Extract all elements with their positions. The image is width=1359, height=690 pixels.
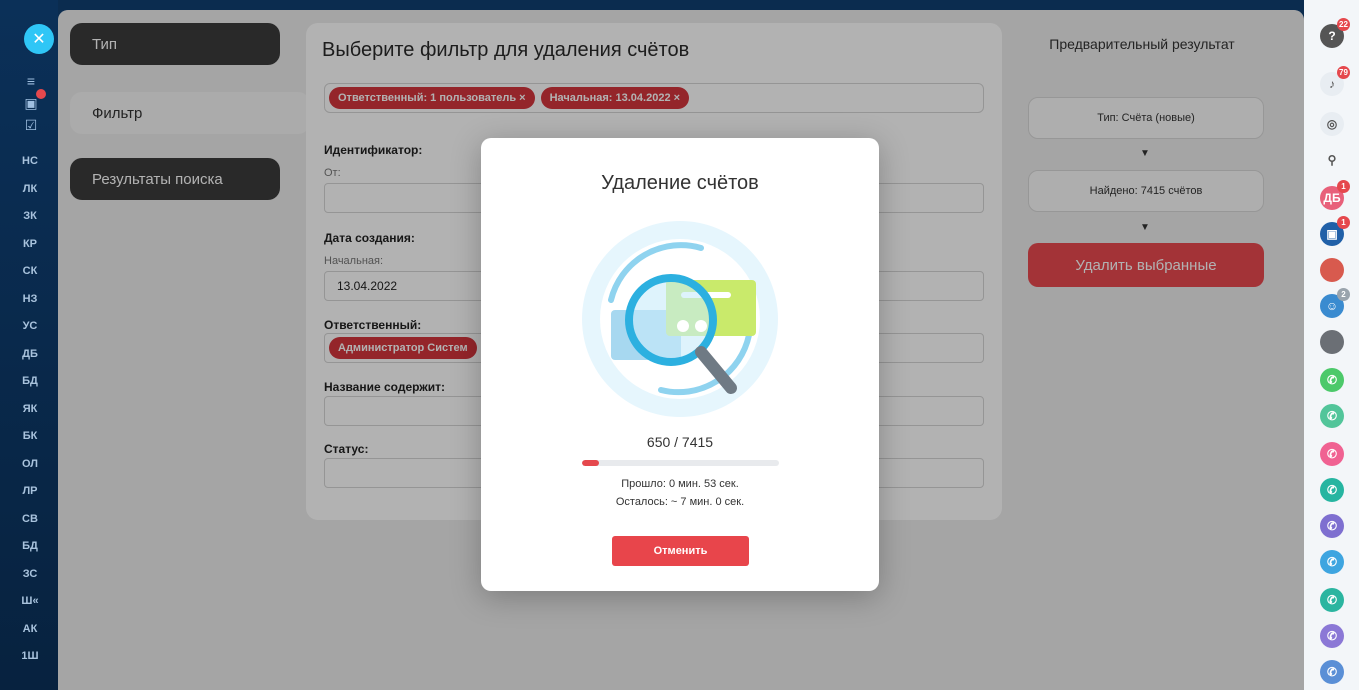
nav-item[interactable]: ЛК (8, 183, 52, 195)
phone-icon[interactable]: ✆ (1320, 404, 1344, 428)
nav-item[interactable]: ЗС (8, 568, 52, 580)
nav-item[interactable]: БК (8, 430, 52, 442)
notification-badge: 79 (1337, 66, 1350, 79)
users-badge: 2 (1337, 288, 1350, 301)
nav-item[interactable]: СВ (8, 513, 52, 525)
nav-item[interactable]: БД (8, 375, 52, 387)
search-icon[interactable]: ⚲ (1320, 148, 1344, 172)
filter-icon[interactable]: ≡ (22, 72, 40, 90)
chat-icon[interactable]: ◎ (1320, 112, 1344, 136)
nav-item[interactable]: Ш« (8, 595, 52, 607)
phone-icon[interactable]: ✆ (1320, 368, 1344, 392)
close-icon[interactable]: ✕ (24, 24, 54, 54)
phone-icon[interactable]: ✆ (1320, 550, 1344, 574)
help-badge: 22 (1337, 18, 1350, 31)
phone-icon[interactable]: ✆ (1320, 660, 1344, 684)
progress-bar (582, 460, 779, 466)
users-icon[interactable]: ☺ 2 (1320, 288, 1350, 318)
delete-progress-modal: Удаление счётов 650 / 7415 Прошло: 0 мин… (481, 138, 879, 591)
nav-item[interactable]: ОЛ (8, 458, 52, 470)
nav-item[interactable]: ЯК (8, 403, 52, 415)
progress-bar-fill (582, 460, 600, 466)
left-navigation: ✕ ≡ ▣ ☑ НС ЛК ЗК КР СК НЗ УС ДБ БД ЯК БК ОЛ ЛР СВ БД ЗС… (0, 0, 58, 690)
nav-item[interactable]: ЗК (8, 210, 52, 222)
help-icon[interactable]: ? 22 (1320, 18, 1350, 48)
phone-icon[interactable]: ✆ (1320, 478, 1344, 502)
inbox-icon[interactable]: ▣ (22, 89, 46, 112)
elapsed-time: Прошло: 0 мин. 53 сек. (621, 478, 739, 490)
modal-title: Удаление счётов (601, 172, 759, 194)
avatar-db-label: ДБ (1323, 191, 1341, 205)
nav-item[interactable]: УС (8, 320, 52, 332)
checkbox-icon[interactable]: ☑ (22, 116, 40, 134)
cancel-button[interactable]: Отменить (612, 536, 749, 566)
nav-item[interactable]: БД (8, 540, 52, 552)
phone-icon[interactable]: ✆ (1320, 442, 1344, 466)
bell-icon[interactable]: ♪ 79 (1320, 66, 1350, 96)
nav-item[interactable]: ЛР (8, 485, 52, 497)
nav-item[interactable]: 1Ш (8, 650, 52, 662)
avatar-db[interactable]: ДБ 1 (1320, 180, 1350, 210)
avatar-photo[interactable] (1320, 258, 1344, 282)
group-chat-icon[interactable]: ▣ 1 (1320, 216, 1350, 246)
right-sidebar: ? 22 ♪ 79 ◎ ⚲ ДБ 1 ▣ 1 ☺ 2 ✆ ✆ ✆ ✆ ✆ ✆ ✆… (1304, 0, 1359, 690)
progress-count: 650 / 7415 (646, 434, 714, 450)
nav-item[interactable]: СК (8, 265, 52, 277)
remaining-time: Осталось: ~ 7 мин. 0 сек. (615, 496, 745, 508)
group-chat-badge: 1 (1337, 216, 1350, 229)
nav-item[interactable]: НЗ (8, 293, 52, 305)
nav-item[interactable]: НС (8, 155, 52, 167)
notification-dot (36, 89, 46, 99)
nav-item[interactable]: КР (8, 238, 52, 250)
phone-icon[interactable]: ✆ (1320, 514, 1344, 538)
nav-item[interactable]: АК (8, 623, 52, 635)
phone-icon[interactable]: ✆ (1320, 588, 1344, 612)
avatar-photo[interactable] (1320, 330, 1344, 354)
magnifier-illustration-icon (582, 221, 778, 417)
avatar-db-badge: 1 (1337, 180, 1350, 193)
nav-item[interactable]: ДБ (8, 348, 52, 360)
phone-icon[interactable]: ✆ (1320, 624, 1344, 648)
